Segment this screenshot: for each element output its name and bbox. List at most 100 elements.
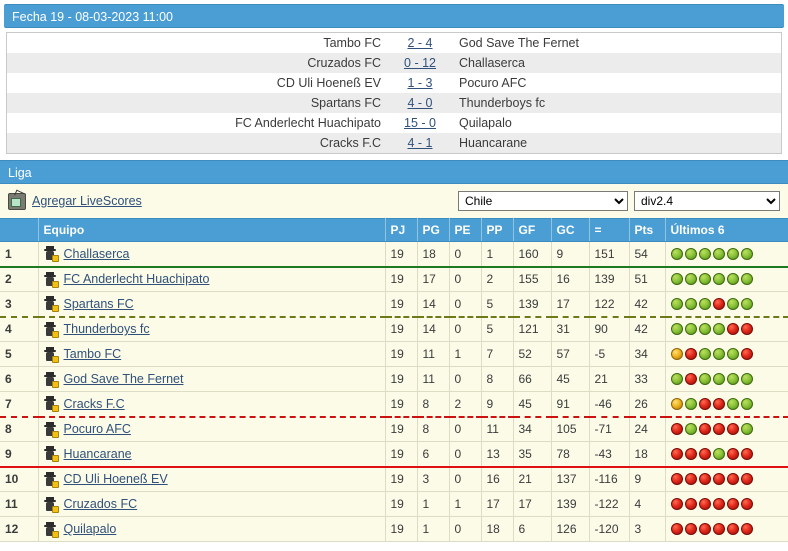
division-select[interactable]: div2.4 [634, 191, 780, 211]
form-dot-loss [740, 523, 753, 535]
standings-row: 10 CD Uli Hoeneß EV 19 3 0 16 21 137 -116 9 [0, 466, 788, 492]
form-dot-win [740, 397, 753, 410]
standings-pp: 5 [481, 316, 514, 342]
standings-team-cell: Challaserca [38, 241, 386, 268]
col-header-pts[interactable]: Pts [629, 218, 666, 242]
country-select[interactable]: Chile [458, 191, 628, 211]
form-dot-win [684, 323, 697, 336]
form-dot-win [670, 373, 683, 385]
standings-gc: 31 [551, 316, 590, 342]
form-dot-loss [726, 498, 739, 510]
team-manager-icon [43, 521, 59, 538]
match-score-link[interactable]: 2 - 4 [407, 36, 432, 50]
match-score-cell: 1 - 3 [385, 73, 455, 93]
team-name-link[interactable]: FC Anderlecht Huachipato [64, 272, 210, 286]
team-name-link[interactable]: Challaserca [64, 247, 130, 261]
form-dot-win [698, 273, 711, 286]
standings-row: 7 Cracks F.C 19 8 2 9 45 91 -46 26 [0, 391, 788, 418]
match-score-link[interactable]: 1 - 3 [407, 76, 432, 90]
form-dot-loss [726, 447, 739, 460]
standings-last-six [665, 316, 788, 342]
col-header-position[interactable] [0, 218, 39, 242]
col-header-gc[interactable]: GC [551, 218, 590, 242]
form-dot-loss [670, 523, 683, 535]
team-name-link[interactable]: Quilapalo [64, 522, 117, 536]
team-manager-icon [43, 321, 59, 338]
standings-pj: 19 [385, 241, 418, 268]
standings-team-cell: Thunderboys fc [38, 316, 386, 342]
form-dot-draw [670, 348, 683, 360]
standings-pj: 19 [385, 366, 418, 392]
form-dots [670, 447, 783, 460]
standings-pg: 11 [417, 341, 450, 367]
match-score-link[interactable]: 4 - 1 [407, 136, 432, 150]
standings-pg: 18 [417, 241, 450, 268]
form-dot-win [670, 297, 683, 310]
match-score-link[interactable]: 0 - 12 [404, 56, 436, 70]
standings-gf: 21 [513, 466, 552, 492]
form-dot-loss [712, 473, 725, 486]
standings-last-six [665, 466, 788, 492]
col-header-pp[interactable]: PP [481, 218, 514, 242]
standings-pp: 17 [481, 491, 514, 517]
col-header-last-six[interactable]: Últimos 6 [665, 218, 788, 242]
match-score-link[interactable]: 15 - 0 [404, 116, 436, 130]
standings-row: 1 Challaserca 19 18 0 1 160 9 151 54 [0, 241, 788, 268]
team-manager-icon [43, 371, 59, 388]
team-name-link[interactable]: Thunderboys fc [64, 322, 150, 336]
match-home-team: CD Uli Hoeneß EV [276, 76, 381, 90]
form-dot-loss [712, 397, 725, 410]
standings-dif: 21 [589, 366, 630, 392]
team-name-link[interactable]: God Save The Fernet [64, 372, 184, 386]
standings-gc: 139 [551, 491, 590, 517]
team-name-link[interactable]: Pocuro AFC [64, 422, 131, 436]
standings-last-six [665, 266, 788, 292]
standings-header-row: Equipo PJ PG PE PP GF GC = Pts Últimos 6 [0, 218, 788, 242]
standings-last-six [665, 341, 788, 367]
form-dot-loss [684, 498, 697, 510]
team-name-link[interactable]: CD Uli Hoeneß EV [64, 472, 168, 486]
col-header-team[interactable]: Equipo [38, 218, 386, 242]
team-cell-inner: God Save The Fernet [43, 371, 380, 388]
match-score-link[interactable]: 4 - 0 [407, 96, 432, 110]
col-header-pg[interactable]: PG [417, 218, 450, 242]
col-header-gf[interactable]: GF [513, 218, 552, 242]
standings-position: 10 [0, 466, 39, 492]
standings-pe: 0 [449, 241, 482, 268]
match-score-cell: 2 - 4 [385, 33, 455, 53]
standings-gf: 17 [513, 491, 552, 517]
team-name-link[interactable]: Cruzados FC [64, 497, 138, 511]
form-dot-loss [740, 498, 753, 510]
team-cell-inner: Huancarane [43, 446, 380, 463]
add-livescores-link[interactable]: Agregar LiveScores [32, 194, 142, 208]
form-dot-win [670, 273, 683, 286]
form-dot-draw [670, 397, 683, 410]
standings-team-cell: Cruzados FC [38, 491, 386, 517]
team-name-link[interactable]: Tambo FC [64, 347, 122, 361]
col-header-goal-difference[interactable]: = [589, 218, 630, 242]
standings-row: 3 Spartans FC 19 14 0 5 139 17 122 42 [0, 291, 788, 318]
col-header-pe[interactable]: PE [449, 218, 482, 242]
team-name-link[interactable]: Huancarane [64, 447, 132, 461]
form-dots [670, 247, 783, 260]
team-name-link[interactable]: Spartans FC [64, 297, 134, 311]
liga-header-bar: Liga [0, 160, 788, 184]
standings-last-six [665, 391, 788, 418]
standings-table: Equipo PJ PG PE PP GF GC = Pts Últimos 6… [0, 218, 788, 542]
form-dots [670, 523, 783, 535]
team-name-link[interactable]: Cracks F.C [64, 397, 125, 411]
fecha-title: Fecha 19 - 08-03-2023 11:00 [12, 10, 173, 24]
standings-team-cell: Tambo FC [38, 341, 386, 367]
col-header-pj[interactable]: PJ [385, 218, 418, 242]
form-dot-win [712, 323, 725, 336]
standings-pp: 13 [481, 441, 514, 468]
form-dot-win [740, 273, 753, 286]
form-dot-win [712, 447, 725, 460]
livescores-control[interactable]: Agregar LiveScores [8, 192, 142, 210]
match-home-team: FC Anderlecht Huachipato [235, 116, 381, 130]
match-away-team: Quilapalo [459, 116, 512, 130]
form-dot-win [670, 323, 683, 336]
form-dot-loss [698, 473, 711, 486]
form-dot-loss [670, 423, 683, 436]
form-dots [670, 498, 783, 510]
